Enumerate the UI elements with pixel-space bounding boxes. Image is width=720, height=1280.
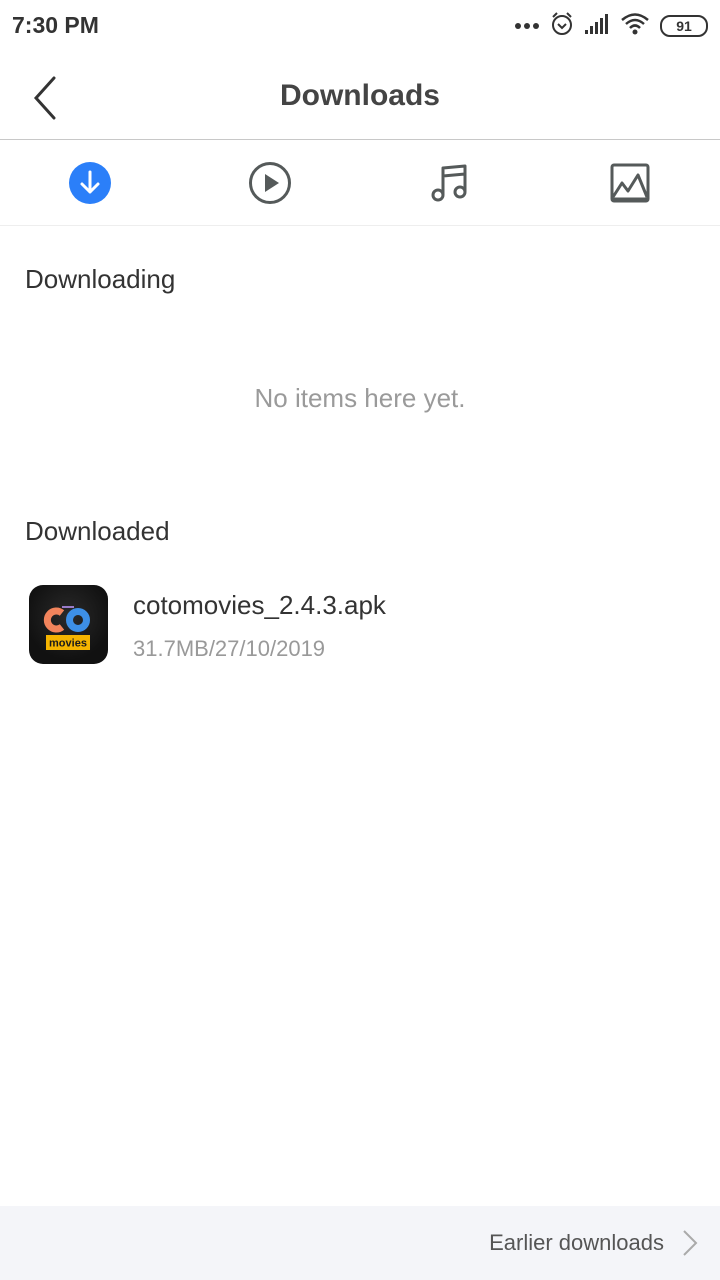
status-icons: 91	[514, 10, 708, 42]
more-dots-icon	[514, 17, 540, 35]
downloaded-section-title: Downloaded	[25, 516, 170, 546]
status-time: 7:30 PM	[12, 12, 99, 38]
play-circle-icon	[249, 161, 291, 204]
app-icon: movies	[29, 585, 108, 664]
chevron-right-icon	[683, 1230, 698, 1256]
file-meta: 31.7MB/27/10/2019	[133, 636, 326, 661]
status-bar: 7:30 PM 91	[0, 0, 720, 52]
signal-icon	[584, 13, 610, 40]
list-item[interactable]: movies cotomovies_2.4.3.apk 31.7MB/27/10…	[0, 572, 720, 676]
tab-images[interactable]	[540, 140, 720, 225]
tab-music[interactable]	[360, 140, 540, 225]
music-note-icon	[431, 164, 467, 201]
earlier-downloads-label: Earlier downloads	[489, 1230, 664, 1255]
downloading-section-title: Downloading	[25, 264, 176, 294]
category-tabs	[0, 140, 720, 226]
title-bar: Downloads	[0, 52, 720, 140]
empty-state-text: No items here yet.	[254, 383, 466, 413]
app-icon-badge: movies	[49, 638, 87, 650]
file-name: cotomovies_2.4.3.apk	[133, 590, 386, 620]
download-circle-icon	[69, 161, 111, 204]
footer-bar: Earlier downloads	[0, 1206, 720, 1280]
battery-icon: 91	[660, 15, 708, 37]
alarm-icon	[550, 11, 574, 42]
earlier-downloads-button[interactable]: Earlier downloads	[489, 1206, 698, 1280]
page-title: Downloads	[279, 79, 440, 112]
wifi-icon	[620, 12, 650, 41]
tab-downloads[interactable]	[0, 140, 180, 225]
image-icon	[610, 163, 650, 202]
tab-videos[interactable]	[180, 140, 360, 225]
